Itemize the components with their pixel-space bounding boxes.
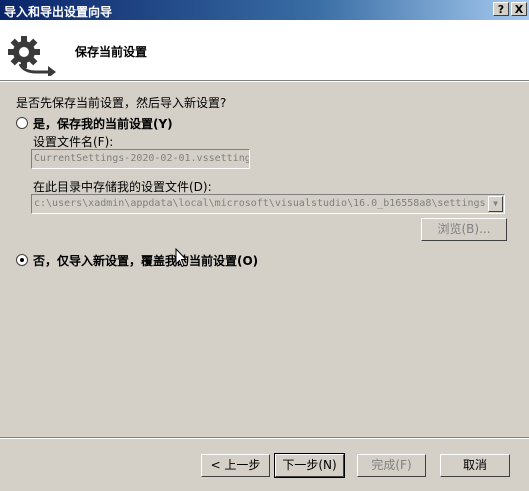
wizard-header: 保存当前设置 [0, 20, 529, 81]
mouse-cursor-icon [175, 247, 188, 271]
back-button[interactable]: < 上一步 [201, 454, 270, 477]
help-button[interactable]: ? [493, 2, 509, 16]
gear-arrow-icon [6, 34, 62, 79]
filename-label: 设置文件名(F): [33, 135, 114, 149]
title-bar: 导入和导出设置向导 ? X [0, 0, 529, 20]
filename-field[interactable]: CurrentSettings-2020-02-01.vssettings [31, 149, 250, 169]
next-button[interactable]: 下一步(N) [274, 453, 345, 478]
close-button[interactable]: X [511, 2, 527, 16]
chevron-down-icon[interactable]: ▼ [488, 196, 503, 212]
page-title: 保存当前设置 [75, 45, 148, 59]
directory-value: c:\users\xadmin\appdata\local\microsoft\… [34, 198, 486, 209]
cancel-button[interactable]: 取消 [440, 454, 510, 477]
directory-label: 在此目录中存储我的设置文件(D): [33, 180, 212, 194]
finish-button[interactable]: 完成(F) [357, 454, 426, 477]
header-divider [0, 81, 529, 82]
window-title: 导入和导出设置向导 [4, 5, 113, 19]
directory-dropdown[interactable]: c:\users\xadmin\appdata\local\microsoft\… [31, 194, 505, 214]
save-settings-radio[interactable] [16, 117, 28, 129]
overwrite-settings-label[interactable]: 否，仅导入新设置，覆盖我的当前设置(O) [33, 252, 258, 269]
footer-divider-highlight [0, 438, 529, 439]
browse-button[interactable]: 浏览(B)... [421, 218, 507, 241]
overwrite-settings-radio[interactable] [16, 254, 28, 266]
question-label: 是否先保存当前设置，然后导入新设置? [16, 96, 227, 110]
save-settings-label[interactable]: 是，保存我的当前设置(Y) [33, 115, 173, 132]
